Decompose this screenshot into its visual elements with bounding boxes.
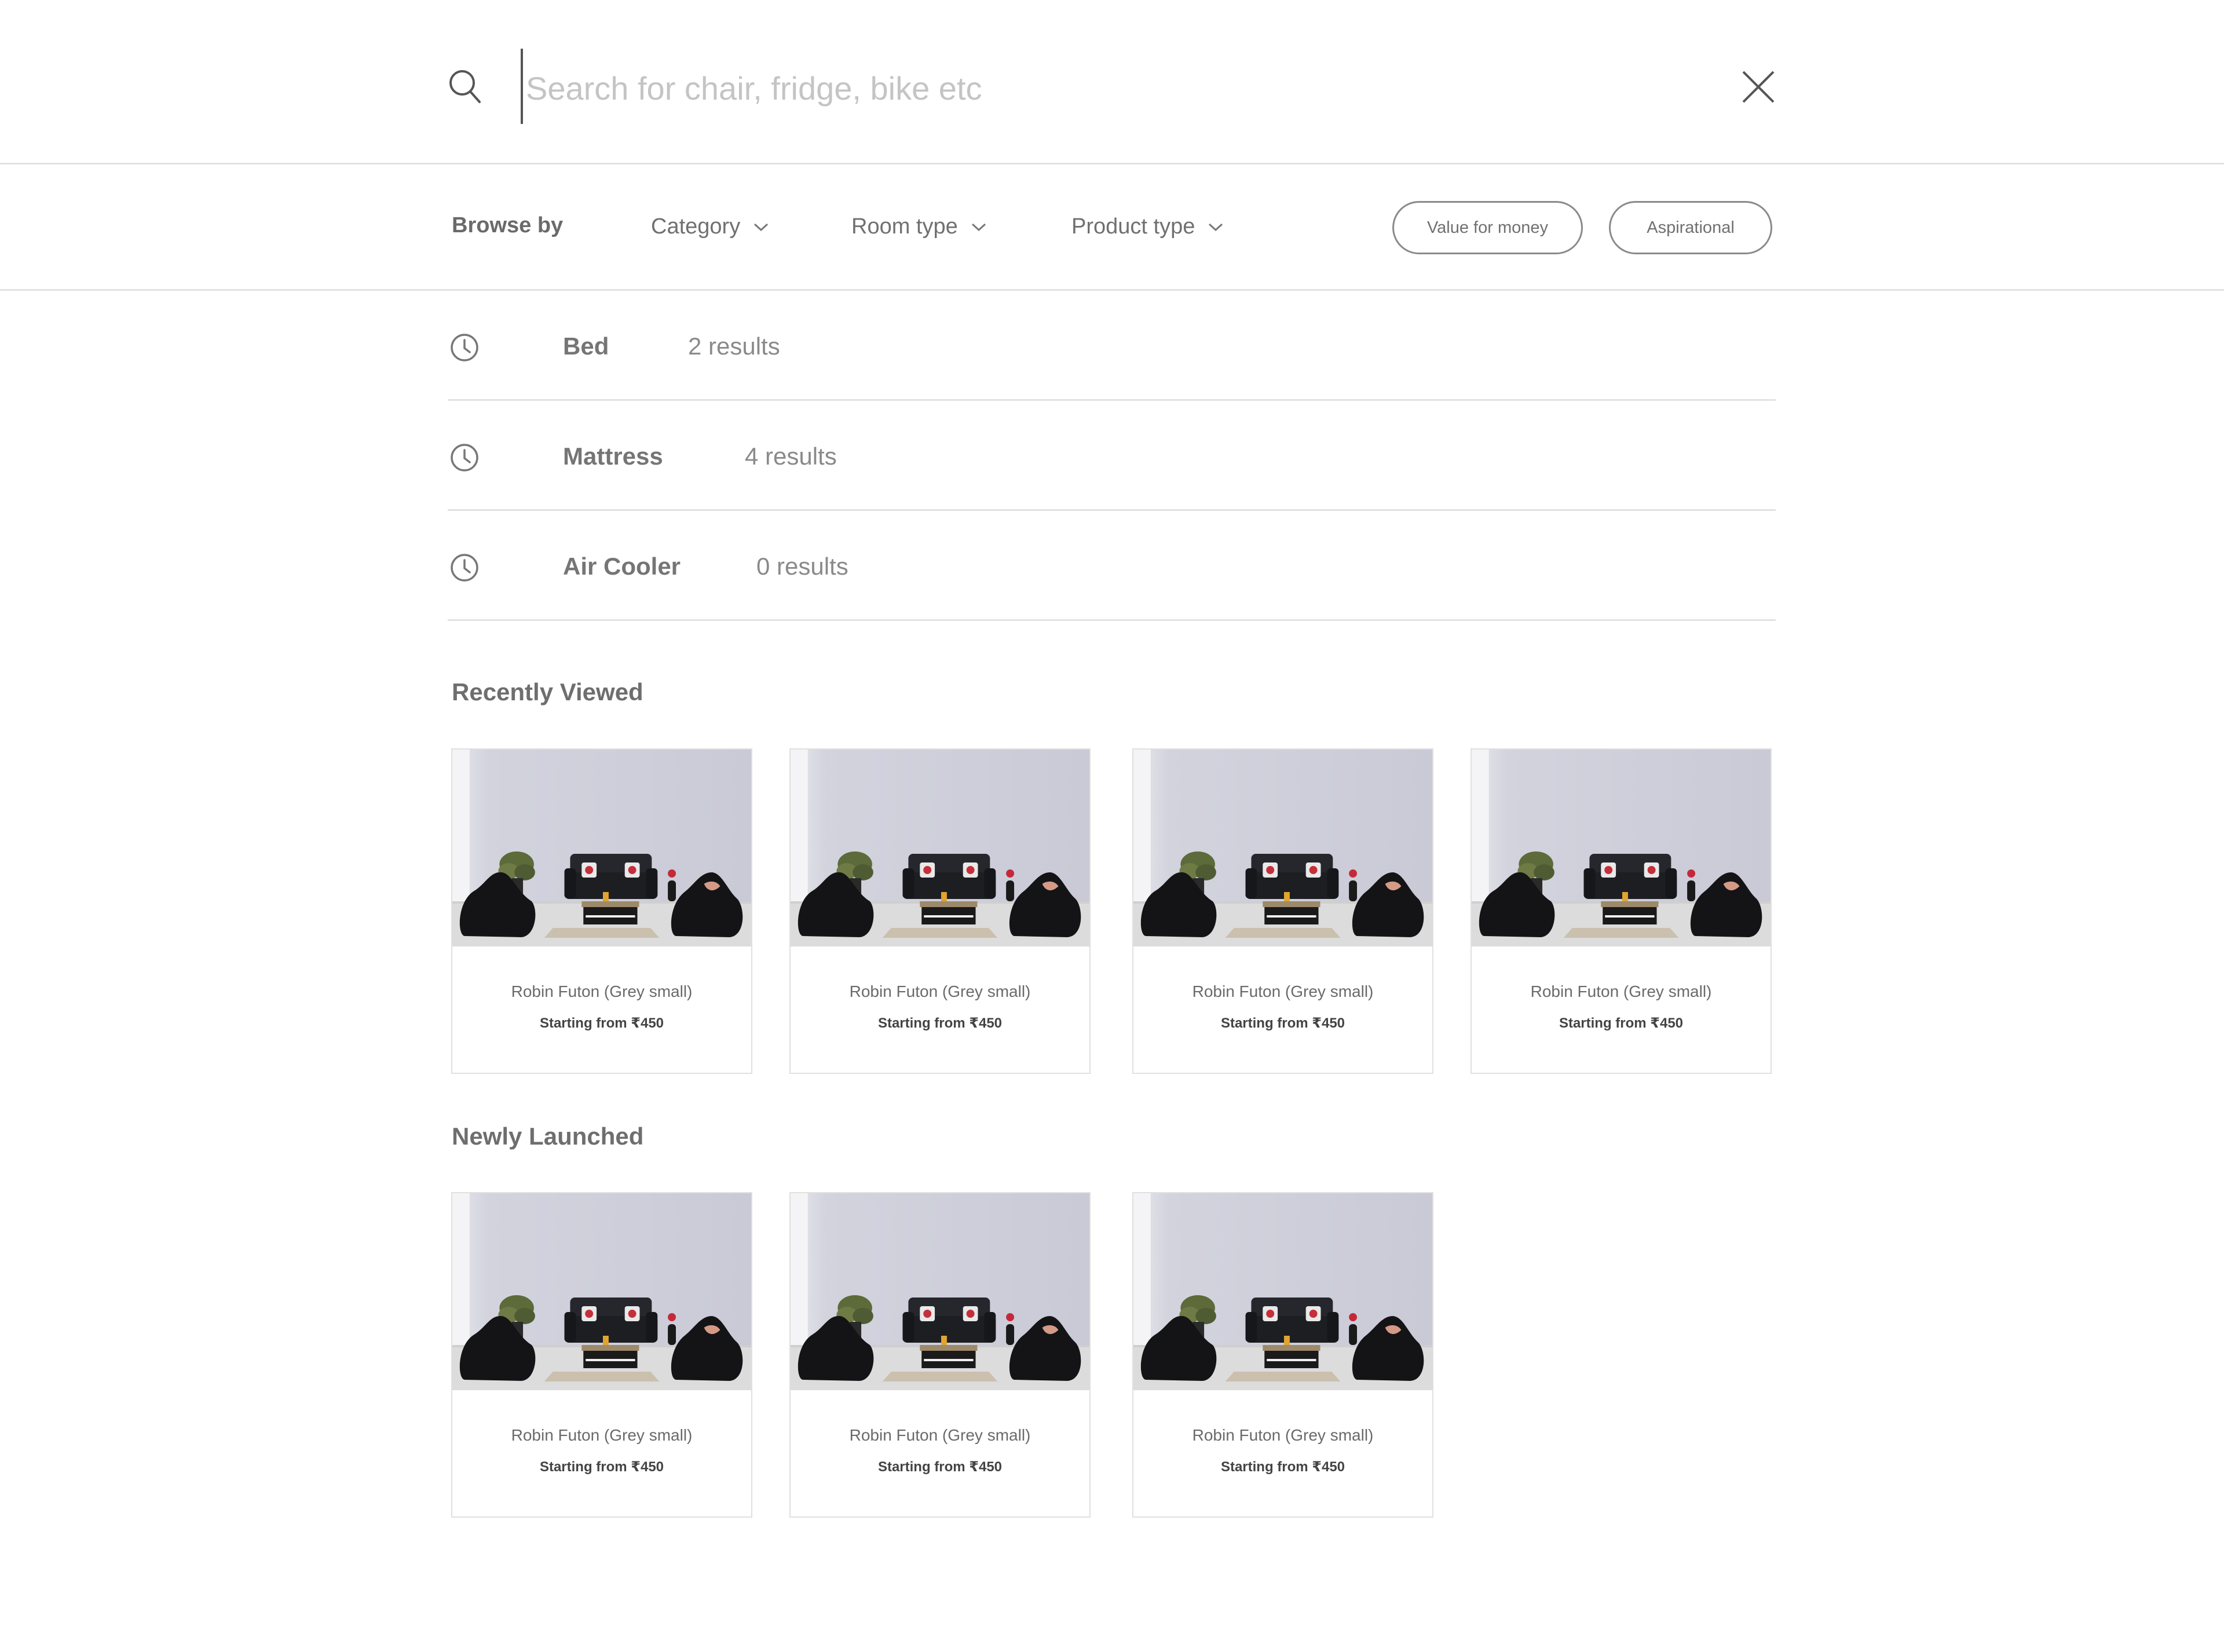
clock-icon	[451, 554, 478, 582]
product-price: Starting from ₹450	[1220, 1459, 1345, 1475]
value-for-money-chip[interactable]: Value for money	[1392, 201, 1583, 254]
chevron-down-icon	[1209, 223, 1223, 231]
chevron-down-icon	[754, 223, 769, 231]
clock-icon	[451, 334, 478, 361]
product-card[interactable]: Robin Futon (Grey small) Starting from ₹…	[1471, 748, 1772, 1074]
dropdown-label: Room type	[851, 214, 958, 239]
recent-search-air-cooler[interactable]: Air Cooler 0 results	[448, 511, 1776, 621]
close-icon[interactable]	[1742, 71, 1775, 103]
recent-search-term: Air Cooler	[563, 553, 681, 580]
product-card[interactable]: Robin Futon (Grey small) Starting from ₹…	[451, 748, 752, 1074]
product-card[interactable]: Robin Futon (Grey small) Starting from ₹…	[451, 1192, 752, 1518]
product-name: Robin Futon (Grey small)	[511, 982, 693, 1000]
product-image	[452, 1193, 751, 1390]
product-image	[452, 750, 751, 946]
aspirational-chip[interactable]: Aspirational	[1609, 201, 1772, 254]
search-overlay: Browse by Category Room type Product typ…	[0, 0, 2224, 1652]
product-image	[791, 1193, 1089, 1390]
product-price: Starting from ₹450	[539, 1459, 664, 1475]
product-name: Robin Futon (Grey small)	[1192, 982, 1374, 1000]
product-name: Robin Futon (Grey small)	[1530, 982, 1712, 1000]
dropdown-label: Product type	[1071, 214, 1195, 239]
recent-search-bed[interactable]: Bed 2 results	[448, 291, 1776, 401]
newly-launched-title: Newly Launched	[452, 1123, 644, 1150]
search-input[interactable]	[526, 54, 1655, 122]
search-bar	[0, 0, 2224, 165]
category-dropdown[interactable]: Category	[651, 214, 769, 239]
product-price: Starting from ₹450	[1559, 1015, 1684, 1031]
product-card[interactable]: Robin Futon (Grey small) Starting from ₹…	[789, 1192, 1091, 1518]
product-price: Starting from ₹450	[539, 1015, 664, 1031]
recent-search-term: Bed	[563, 332, 609, 360]
chip-label: Value for money	[1426, 218, 1549, 237]
recent-search-count: 2 results	[688, 332, 780, 360]
product-price: Starting from ₹450	[1220, 1015, 1345, 1031]
product-type-dropdown[interactable]: Product type	[1071, 214, 1224, 239]
product-name: Robin Futon (Grey small)	[511, 1426, 693, 1444]
text-caret	[521, 49, 523, 124]
browse-bar: Browse by Category Room type Product typ…	[0, 165, 2224, 291]
recent-search-mattress[interactable]: Mattress 4 results	[448, 401, 1776, 511]
recent-search-count: 0 results	[756, 553, 848, 580]
clock-icon	[451, 444, 478, 472]
search-icon[interactable]	[448, 68, 482, 105]
product-name: Robin Futon (Grey small)	[849, 982, 1031, 1000]
product-name: Robin Futon (Grey small)	[849, 1426, 1031, 1444]
product-name: Robin Futon (Grey small)	[1192, 1426, 1374, 1444]
product-image	[791, 750, 1089, 946]
product-price: Starting from ₹450	[877, 1015, 1003, 1031]
chip-label: Aspirational	[1647, 218, 1735, 237]
recent-search-term: Mattress	[563, 443, 663, 470]
product-image	[1133, 1193, 1432, 1390]
recent-search-count: 4 results	[745, 443, 837, 470]
product-image	[1133, 750, 1432, 946]
product-card[interactable]: Robin Futon (Grey small) Starting from ₹…	[789, 748, 1091, 1074]
room-type-dropdown[interactable]: Room type	[851, 214, 987, 239]
browse-by-label: Browse by	[452, 213, 564, 237]
chevron-down-icon	[971, 223, 986, 231]
product-card[interactable]: Robin Futon (Grey small) Starting from ₹…	[1132, 1192, 1433, 1518]
dropdown-label: Category	[651, 214, 741, 239]
product-card[interactable]: Robin Futon (Grey small) Starting from ₹…	[1132, 748, 1433, 1074]
product-image	[1472, 750, 1771, 946]
product-price: Starting from ₹450	[877, 1459, 1003, 1475]
recently-viewed-title: Recently Viewed	[452, 678, 643, 706]
